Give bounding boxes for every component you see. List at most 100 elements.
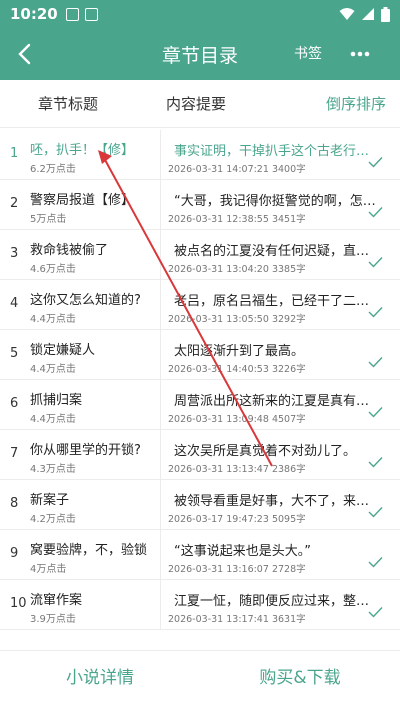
chapter-word-count: 3226字: [271, 364, 306, 375]
chapter-date: 2026-03-17 19:47:23: [168, 514, 269, 525]
bookmark-button[interactable]: 书签: [288, 28, 328, 80]
chapter-meta: 2026-03-31 12:38:55 3451字: [168, 211, 306, 225]
chapter-row[interactable]: 4 这你又怎么知道的? 4.4万点击 老吕，原名吕福生，已经干了二… 2026-03-3…: [0, 280, 400, 330]
chapter-row[interactable]: 6 抓捕归案 4.4万点击 周营派出所这新来的江夏是真有… 2026-03-31 13:…: [0, 380, 400, 430]
chapter-row[interactable]: 9 窝要验牌，不，验锁 4万点击 “这事说起来也是头大。” 2026-03-31 13:…: [0, 530, 400, 580]
chapter-row[interactable]: 5 锁定嫌疑人 4.4万点击 太阳逐渐升到了最高。 2026-03-31 14:40:5…: [0, 330, 400, 380]
column-divider: [160, 430, 161, 479]
wifi-icon: [339, 8, 355, 20]
column-divider: [160, 230, 161, 279]
downloaded-check-icon: [368, 257, 383, 268]
chapter-date: 2026-03-31 13:16:07: [168, 564, 269, 575]
chapter-meta: 2026-03-31 14:07:21 3400字: [168, 161, 306, 175]
status-time: 10:20: [10, 5, 58, 23]
column-divider: [160, 130, 161, 179]
chapter-row[interactable]: 2 警察局报道【修】 5万点击 “大哥，我记得你挺警觉的啊，怎… 2026-03-31 …: [0, 180, 400, 230]
chapter-meta: 2026-03-17 19:47:23 5095字: [168, 511, 306, 525]
column-divider: [160, 280, 161, 329]
chapter-summary: 太阳逐渐升到了最高。: [174, 344, 305, 359]
chapter-number: 6: [10, 396, 19, 411]
chapter-summary: “大哥，我记得你挺警觉的啊，怎…: [174, 194, 376, 209]
chapter-row[interactable]: 8 新案子 4.2万点击 被领导看重是好事，大不了，来… 2026-03-17 19:4…: [0, 480, 400, 530]
chapter-row[interactable]: 3 救命钱被偷了 4.6万点击 被点名的江夏没有任何迟疑，直… 2026-03-31 1…: [0, 230, 400, 280]
chapter-clicks: 3.9万点击: [30, 614, 76, 625]
chapter-clicks: 5万点击: [30, 214, 67, 225]
chapter-title: 流窜作案: [30, 593, 83, 608]
column-header: 章节标题 内容提要 倒序排序: [0, 80, 400, 128]
chapter-number: 9: [10, 546, 19, 561]
chapter-date: 2026-03-31 14:07:21: [168, 164, 269, 175]
chapter-meta: 2026-03-31 14:40:53 3226字: [168, 361, 306, 375]
status-system-icons: [339, 6, 390, 22]
chapter-word-count: 3451字: [271, 214, 306, 225]
downloaded-check-icon: [368, 457, 383, 468]
downloaded-check-icon: [368, 207, 383, 218]
chapter-title: 这你又怎么知道的?: [30, 293, 141, 308]
chapter-date: 2026-03-31 13:04:20: [168, 264, 269, 275]
downloaded-check-icon: [368, 607, 383, 618]
chapter-date: 2026-03-31 13:09:48: [168, 414, 269, 425]
chapter-clicks: 4.4万点击: [30, 314, 76, 325]
chapter-title: 窝要验牌，不，验锁: [30, 543, 148, 558]
reverse-sort-button[interactable]: 倒序排序: [326, 93, 386, 114]
chapter-summary: “这事说起来也是头大。”: [174, 544, 311, 559]
gallery-notification-icon: [65, 7, 79, 21]
downloaded-check-icon: [368, 407, 383, 418]
chapter-row[interactable]: 1 呸，扒手！【修】 6.2万点击 事实证明，干掉扒手这个古老行… 2026-03-31…: [0, 130, 400, 180]
chapter-meta: 2026-03-31 13:09:48 4507字: [168, 411, 306, 425]
downloaded-check-icon: [368, 557, 383, 568]
chapter-title: 你从哪里学的开锁?: [30, 443, 141, 458]
chapter-meta: 2026-03-31 13:05:50 3292字: [168, 311, 306, 325]
chapter-title: 新案子: [30, 493, 70, 508]
chapter-summary: 事实证明，干掉扒手这个古老行…: [174, 144, 370, 159]
chapter-clicks: 4.4万点击: [30, 414, 76, 425]
bottom-bar: 小说详情 购买&下载: [0, 650, 400, 711]
chapter-word-count: 4507字: [271, 414, 306, 425]
chapter-word-count: 2728字: [271, 564, 306, 575]
chapter-row[interactable]: 10 流窜作案 3.9万点击 江夏一怔，随即便反应过来，整… 2026-03-31 13…: [0, 580, 400, 630]
chapter-summary: 被领导看重是好事，大不了，来…: [174, 494, 370, 509]
chapter-clicks: 4万点击: [30, 564, 67, 575]
downloaded-check-icon: [368, 307, 383, 318]
chapter-summary: 被点名的江夏没有任何迟疑，直…: [174, 244, 370, 259]
summary-header: 内容提要: [166, 95, 227, 113]
chapter-word-count: 3292字: [271, 314, 306, 325]
column-divider: [160, 330, 161, 379]
more-button[interactable]: [340, 28, 380, 80]
back-arrow-icon: [18, 43, 31, 65]
chapter-title: 抓捕归案: [30, 393, 83, 408]
chapter-word-count: 5095字: [271, 514, 306, 525]
novel-detail-button[interactable]: 小说详情: [0, 651, 200, 712]
back-button[interactable]: [0, 28, 48, 80]
chapter-clicks: 6.2万点击: [30, 164, 76, 175]
battery-icon: [381, 6, 390, 22]
chapter-date: 2026-03-31 13:13:47: [168, 464, 269, 475]
chapter-number: 7: [10, 446, 19, 461]
chapter-date: 2026-03-31 13:05:50: [168, 314, 269, 325]
chapter-date: 2026-03-31 13:17:41: [168, 614, 269, 625]
chapter-summary: 这次吴所是真觉着不对劲儿了。: [174, 444, 357, 459]
chapter-number: 4: [10, 296, 19, 311]
chapter-date: 2026-03-31 14:40:53: [168, 364, 269, 375]
chapter-number: 5: [10, 346, 19, 361]
downloaded-check-icon: [368, 507, 383, 518]
chapter-meta: 2026-03-31 13:16:07 2728字: [168, 561, 306, 575]
app-notification-icon: [84, 7, 98, 21]
chapter-row[interactable]: 7 你从哪里学的开锁? 4.3万点击 这次吴所是真觉着不对劲儿了。 2026-03-31…: [0, 430, 400, 480]
chapter-title: 呸，扒手！【修】: [30, 143, 135, 158]
app-bar: 章节目录 书签: [0, 28, 400, 80]
column-divider: [160, 480, 161, 529]
chapter-summary: 江夏一怔，随即便反应过来，整…: [174, 594, 370, 609]
chapter-date: 2026-03-31 12:38:55: [168, 214, 269, 225]
chapter-title-header: 章节标题: [38, 95, 99, 113]
chapter-meta: 2026-03-31 13:17:41 3631字: [168, 611, 306, 625]
status-bar: 10:20: [0, 0, 400, 28]
signal-icon: [362, 8, 374, 20]
chapter-summary: 老吕，原名吕福生，已经干了二…: [174, 294, 370, 309]
chapter-clicks: 4.2万点击: [30, 514, 76, 525]
chapter-clicks: 4.3万点击: [30, 464, 76, 475]
chapter-meta: 2026-03-31 13:13:47 2386字: [168, 461, 306, 475]
chapter-word-count: 2386字: [271, 464, 306, 475]
chapter-number: 8: [10, 496, 19, 511]
buy-download-button[interactable]: 购买&下载: [200, 651, 400, 712]
